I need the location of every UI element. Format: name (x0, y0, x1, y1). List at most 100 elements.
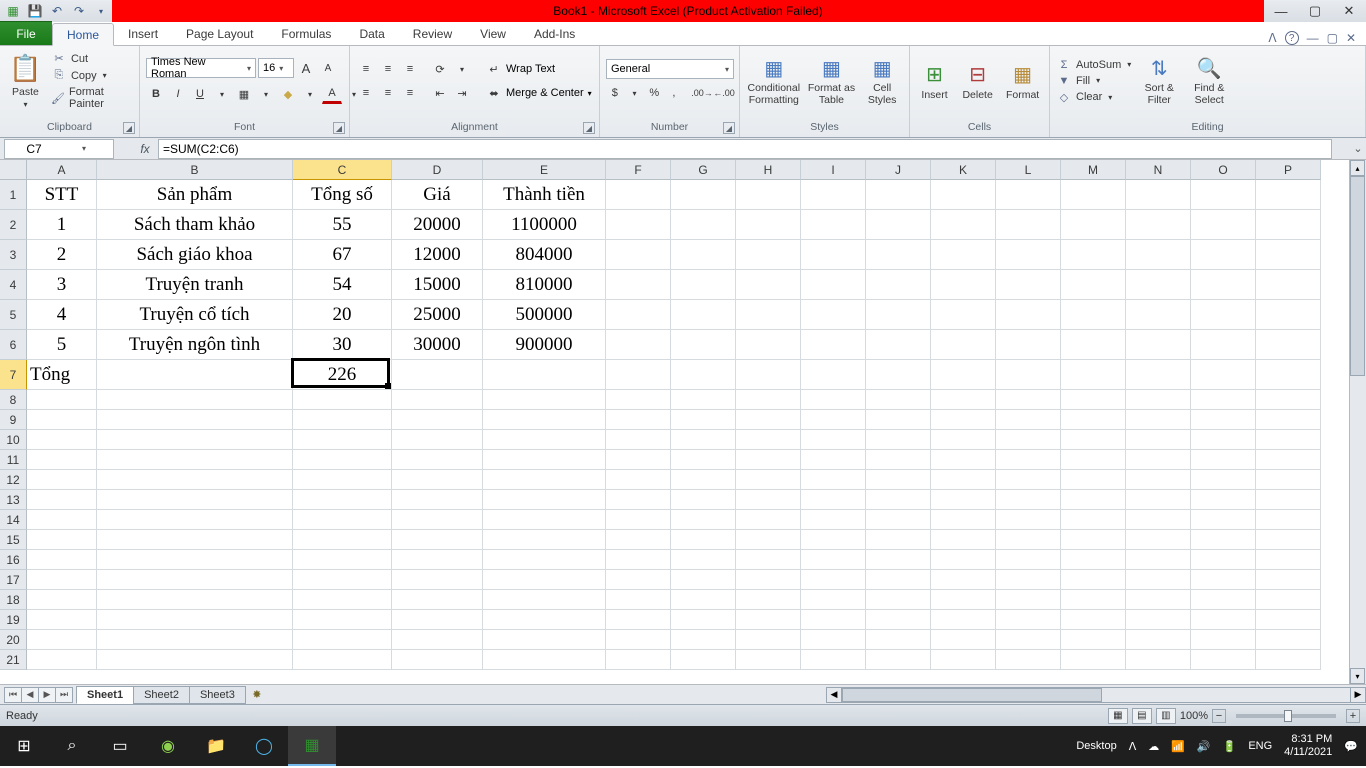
cell-J5[interactable] (866, 300, 931, 330)
cell-M15[interactable] (1061, 530, 1126, 550)
cell-F19[interactable] (606, 610, 671, 630)
cell-B2[interactable]: Sách tham khảo (97, 210, 293, 240)
cell-M13[interactable] (1061, 490, 1126, 510)
cell-L5[interactable] (996, 300, 1061, 330)
cell-G15[interactable] (671, 530, 736, 550)
decrease-decimal-icon[interactable]: ←.00 (714, 83, 734, 103)
cell-O9[interactable] (1191, 410, 1256, 430)
cell-O5[interactable] (1191, 300, 1256, 330)
cell-E12[interactable] (483, 470, 606, 490)
cell-I18[interactable] (801, 590, 866, 610)
cell-P12[interactable] (1256, 470, 1321, 490)
find-select-button[interactable]: 🔍Find & Select (1187, 48, 1231, 114)
scroll-up-icon[interactable]: ▴ (1350, 160, 1365, 176)
cell-P9[interactable] (1256, 410, 1321, 430)
cell-C4[interactable]: 54 (293, 270, 392, 300)
cell-O10[interactable] (1191, 430, 1256, 450)
cell-K19[interactable] (931, 610, 996, 630)
cell-F7[interactable] (606, 360, 671, 390)
cell-B20[interactable] (97, 630, 293, 650)
cell-O11[interactable] (1191, 450, 1256, 470)
row-header-11[interactable]: 11 (0, 450, 27, 470)
row-header-12[interactable]: 12 (0, 470, 27, 490)
cell-M11[interactable] (1061, 450, 1126, 470)
cell-L1[interactable] (996, 180, 1061, 210)
cell-H8[interactable] (736, 390, 801, 410)
merge-center-button[interactable]: ⬌Merge & Center▾ (484, 83, 592, 103)
column-header-O[interactable]: O (1191, 160, 1256, 180)
cell-I3[interactable] (801, 240, 866, 270)
align-left-icon[interactable]: ≡ (356, 83, 376, 103)
cell-F1[interactable] (606, 180, 671, 210)
cell-H2[interactable] (736, 210, 801, 240)
cell-G3[interactable] (671, 240, 736, 270)
cell-J6[interactable] (866, 330, 931, 360)
cell-D5[interactable]: 25000 (392, 300, 483, 330)
cell-K1[interactable] (931, 180, 996, 210)
battery-icon[interactable]: 🔋 (1223, 740, 1237, 753)
cell-D18[interactable] (392, 590, 483, 610)
column-header-B[interactable]: B (97, 160, 293, 180)
cell-B8[interactable] (97, 390, 293, 410)
language-indicator[interactable]: ENG (1248, 740, 1272, 752)
cell-L10[interactable] (996, 430, 1061, 450)
cell-P3[interactable] (1256, 240, 1321, 270)
zoom-level[interactable]: 100% (1180, 710, 1208, 722)
cell-E1[interactable]: Thành tiền (483, 180, 606, 210)
cell-O4[interactable] (1191, 270, 1256, 300)
cell-D12[interactable] (392, 470, 483, 490)
column-header-A[interactable]: A (27, 160, 97, 180)
cell-I19[interactable] (801, 610, 866, 630)
clock[interactable]: 8:31 PM 4/11/2021 (1284, 733, 1332, 759)
cell-H15[interactable] (736, 530, 801, 550)
cell-D1[interactable]: Giá (392, 180, 483, 210)
border-button[interactable]: ▦ (234, 84, 254, 104)
edge-icon[interactable]: ◯ (240, 726, 288, 766)
cell-E20[interactable] (483, 630, 606, 650)
row-header-21[interactable]: 21 (0, 650, 27, 670)
zoom-in-icon[interactable]: + (1346, 709, 1360, 723)
cell-C13[interactable] (293, 490, 392, 510)
cell-M8[interactable] (1061, 390, 1126, 410)
cell-I5[interactable] (801, 300, 866, 330)
cell-N19[interactable] (1126, 610, 1191, 630)
cell-A11[interactable] (27, 450, 97, 470)
sheet-tab-sheet2[interactable]: Sheet2 (133, 686, 190, 704)
cell-H14[interactable] (736, 510, 801, 530)
cell-G21[interactable] (671, 650, 736, 670)
cell-M19[interactable] (1061, 610, 1126, 630)
cell-M6[interactable] (1061, 330, 1126, 360)
alignment-dialog-icon[interactable]: ◢ (583, 122, 595, 134)
tab-home[interactable]: Home (52, 23, 114, 46)
cell-G6[interactable] (671, 330, 736, 360)
row-header-9[interactable]: 9 (0, 410, 27, 430)
explorer-icon[interactable]: 📁 (192, 726, 240, 766)
cell-H3[interactable] (736, 240, 801, 270)
cell-P17[interactable] (1256, 570, 1321, 590)
cell-G5[interactable] (671, 300, 736, 330)
row-header-16[interactable]: 16 (0, 550, 27, 570)
cell-O2[interactable] (1191, 210, 1256, 240)
row-header-14[interactable]: 14 (0, 510, 27, 530)
cell-N15[interactable] (1126, 530, 1191, 550)
column-header-P[interactable]: P (1256, 160, 1321, 180)
row-header-7[interactable]: 7 (0, 360, 27, 390)
column-header-M[interactable]: M (1061, 160, 1126, 180)
copy-button[interactable]: ⎘Copy▾ (51, 69, 133, 82)
cell-G8[interactable] (671, 390, 736, 410)
row-header-18[interactable]: 18 (0, 590, 27, 610)
task-view-icon[interactable]: ▭ (96, 726, 144, 766)
column-header-H[interactable]: H (736, 160, 801, 180)
cell-D11[interactable] (392, 450, 483, 470)
cell-B3[interactable]: Sách giáo khoa (97, 240, 293, 270)
cell-L16[interactable] (996, 550, 1061, 570)
cell-N16[interactable] (1126, 550, 1191, 570)
cell-C1[interactable]: Tổng số (293, 180, 392, 210)
clipboard-dialog-icon[interactable]: ◢ (123, 122, 135, 134)
cell-G17[interactable] (671, 570, 736, 590)
cell-A16[interactable] (27, 550, 97, 570)
cell-L21[interactable] (996, 650, 1061, 670)
cell-J12[interactable] (866, 470, 931, 490)
horizontal-scrollbar[interactable]: ◀ ▶ (826, 687, 1366, 703)
cell-A6[interactable]: 5 (27, 330, 97, 360)
